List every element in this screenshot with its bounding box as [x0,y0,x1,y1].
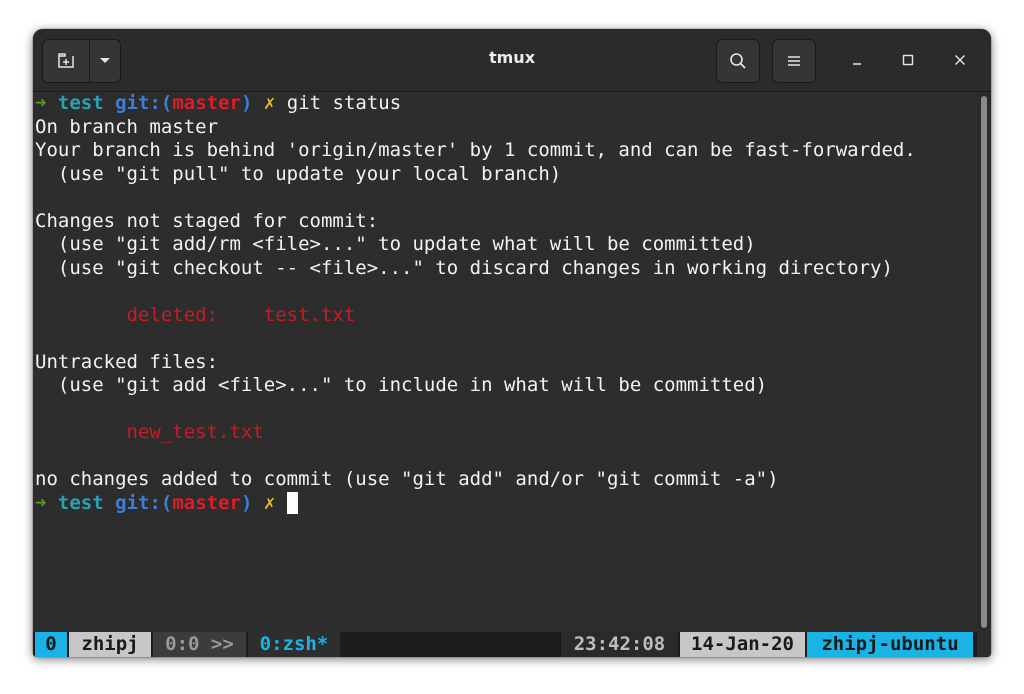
status-session-index: 0 [35,632,67,657]
status-session-name: zhipj [69,632,151,657]
minimize-button[interactable] [843,46,871,74]
output-line: Your branch is behind 'origin/master' by… [35,139,916,161]
status-hostname: zhipj-ubuntu [807,632,973,657]
untracked-file-line: new_test.txt [35,421,264,443]
output-line: Changes not staged for commit: [35,209,379,232]
status-pane-info: 0:0 >> [153,632,246,657]
prompt-arrow: ➜ [35,92,47,114]
prompt-git-suffix: ) [240,92,253,114]
text-cursor [286,491,298,514]
terminal-window: tmux ➜ test git:(master) ✗ git status On… [33,29,991,657]
scrollbar[interactable] [977,92,991,632]
output-line: (use "git checkout -- <file>..." to disc… [35,256,893,279]
search-button[interactable] [716,39,760,83]
status-window-label[interactable]: 0:zsh* [248,632,340,657]
prompt-git-prefix: git:( [115,92,173,114]
output-line: On branch master [35,115,219,138]
output-line: (use "git add <file>..." to include in w… [35,374,768,396]
terminal-output[interactable]: ➜ test git:(master) ✗ git status On bran… [33,92,977,632]
command-text: git status [286,92,402,114]
output-line: no changes added to commit (use "git add… [35,468,779,490]
prompt-directory: test [57,92,104,114]
prompt-directory: test [57,491,104,514]
deleted-file-line: deleted: test.txt [35,303,356,326]
output-line: (use "git add/rm <file>..." to update wh… [35,233,756,255]
tmux-status-bar: 0 zhipj 0:0 >> 0:zsh* 23:42:08 14-Jan-20… [33,632,977,657]
header-bar: tmux [33,29,991,92]
prompt-git-prefix: git:( [115,491,173,514]
maximize-button[interactable] [894,46,922,74]
status-time: 23:42:08 [561,632,678,657]
prompt-git-suffix: ) [240,491,253,514]
search-icon [730,53,746,69]
close-button[interactable] [946,46,974,74]
minimize-icon [853,63,861,65]
menu-button[interactable] [772,39,816,83]
prompt-dirty-mark: ✗ [263,491,276,514]
prompt-branch: master [172,491,241,514]
prompt-line: ➜ test git:(master) ✗ git status [35,92,401,115]
close-icon [955,55,965,65]
prompt-arrow: ➜ [35,491,47,514]
prompt-branch: master [172,92,241,114]
output-line: (use "git pull" to update your local bra… [35,162,562,185]
status-date: 14-Jan-20 [680,632,805,657]
scrollbar-thumb[interactable] [981,96,987,628]
hamburger-menu-icon [788,56,800,66]
prompt-dirty-mark: ✗ [263,92,276,114]
maximize-icon [902,54,914,66]
output-line: Untracked files: [35,350,219,373]
prompt-line: ➜ test git:(master) ✗ [35,491,298,515]
